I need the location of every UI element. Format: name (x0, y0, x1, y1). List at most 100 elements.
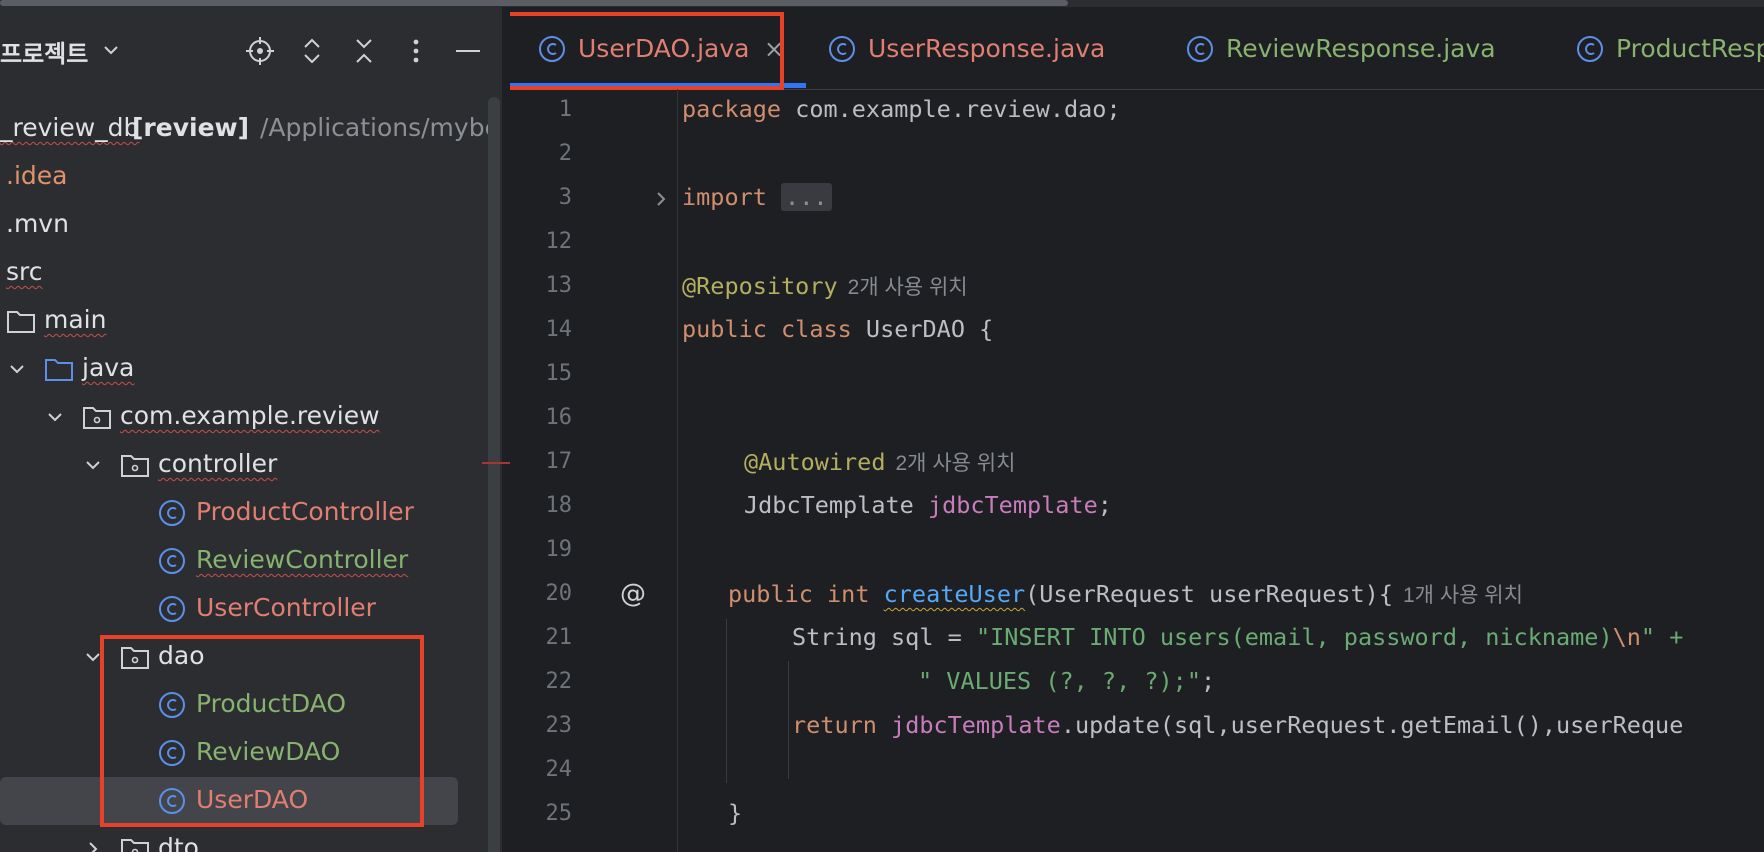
tree-item-project-root[interactable]: _review_db [review] /Applications/mybe (0, 105, 500, 153)
tab-label: ProductResp (1616, 34, 1764, 63)
line-number: 21 (545, 625, 573, 650)
escape-sequence: \n (1612, 623, 1641, 651)
expand-all-icon[interactable] (296, 35, 328, 67)
code-line-13: @Repository 2개 사용 위치 (682, 271, 968, 301)
tree-item-label: UserDAO (196, 785, 309, 814)
tree-item-userdao[interactable]: UserDAO (0, 777, 488, 825)
package-icon (121, 647, 149, 669)
code-text: com.example.review.dao; (781, 95, 1121, 123)
line-gutter: 1 2 3 12 13 14 15 16 17 18 19 20 21 22 2… (510, 89, 678, 852)
tree-item-label: controller (158, 449, 278, 478)
code-text: .update(sql,userRequest.getEmail(),userR… (1060, 711, 1684, 739)
tree-item-package-root[interactable]: com.example.review (0, 393, 488, 441)
chevron-down-icon[interactable] (100, 39, 122, 61)
chevron-down-icon[interactable] (6, 358, 28, 380)
code-text: JdbcTemplate (744, 491, 928, 519)
code-text: String sql = (792, 623, 976, 651)
collapse-all-icon[interactable] (348, 35, 380, 67)
line-number: 14 (545, 317, 573, 342)
implementation-marker-icon[interactable]: @ (620, 579, 646, 609)
project-panel-header: 프로젝트 (0, 7, 502, 89)
tree-item-productcontroller[interactable]: ProductController (0, 489, 488, 537)
code-line-25: } (728, 799, 742, 827)
chevron-down-icon[interactable] (44, 406, 66, 428)
code-line-3: import ... (682, 183, 832, 211)
code-text: } (728, 799, 743, 827)
tree-item-label: dto (158, 833, 199, 852)
tree-item-label: java (82, 353, 135, 382)
line-number: 22 (545, 669, 573, 694)
top-scrollbar-thumb[interactable] (0, 0, 1068, 6)
tree-item-controller[interactable]: controller (0, 441, 488, 489)
tree-item-label: ReviewController (196, 545, 409, 574)
tree-item-src[interactable]: src (0, 249, 488, 297)
string: " + (1640, 623, 1684, 651)
tab-userdao[interactable]: UserDAO.java × (510, 7, 806, 89)
more-options-icon[interactable] (400, 35, 432, 67)
fold-chevron-icon[interactable] (650, 188, 672, 210)
class-icon (159, 788, 185, 814)
code-line-21: String sql = "INSERT INTO users(email, p… (792, 623, 1683, 651)
module-name: [review] (132, 113, 250, 142)
usage-hint[interactable]: 2개 사용 위치 (895, 452, 1015, 475)
code-line-18: JdbcTemplate jdbcTemplate; (744, 491, 1112, 519)
code-line-23: return jdbcTemplate.update(sql,userReque… (792, 711, 1683, 739)
tree-item-idea[interactable]: .idea (0, 153, 488, 201)
tree-item-label: ReviewDAO (196, 737, 341, 766)
code-line-20: public int createUser(UserRequest userRe… (728, 579, 1523, 609)
tab-productresponse[interactable]: ProductResp (1576, 7, 1764, 89)
class-icon (159, 596, 185, 622)
project-panel-title[interactable]: 프로젝트 (0, 34, 88, 69)
tree-item-reviewdao[interactable]: ReviewDAO (0, 729, 488, 777)
tree-item-dao[interactable]: dao (0, 633, 488, 681)
field: jdbcTemplate (891, 711, 1061, 739)
tab-label: UserResponse.java (868, 34, 1106, 63)
tree-item-java[interactable]: java (0, 345, 488, 393)
indent-guide (726, 619, 727, 783)
usage-hint[interactable]: 1개 사용 위치 (1403, 584, 1523, 607)
string: "INSERT INTO users(email, password, nick… (975, 623, 1613, 651)
tree-item-usercontroller[interactable]: UserController (0, 585, 488, 633)
code-text: (UserRequest userRequest){ (1025, 580, 1393, 608)
minimize-icon[interactable] (452, 35, 484, 67)
tree-item-label: _review_db (0, 113, 140, 142)
close-icon[interactable]: × (764, 35, 784, 63)
code-area[interactable]: 1 2 3 12 13 14 15 16 17 18 19 20 21 22 2… (510, 89, 1764, 852)
chevron-right-icon[interactable] (82, 838, 104, 852)
tree-item-label: .idea (6, 161, 68, 190)
tree-item-reviewcontroller[interactable]: ReviewController (0, 537, 488, 585)
chevron-down-icon[interactable] (82, 454, 104, 476)
tree-item-productdao[interactable]: ProductDAO (0, 681, 488, 729)
code-line-14: public class UserDAO { (682, 315, 993, 343)
tree-item-mvn[interactable]: .mvn (0, 201, 488, 249)
keyword: import (682, 183, 767, 211)
tab-label: UserDAO.java (578, 34, 750, 63)
line-number: 17 (545, 449, 573, 474)
tree-item-dto[interactable]: dto (0, 825, 488, 852)
folded-imports[interactable]: ... (781, 183, 832, 211)
editor-tabbar: UserDAO.java × UserResponse.java ReviewR… (510, 7, 1764, 90)
package-icon (121, 455, 149, 477)
line-number: 18 (545, 493, 573, 518)
line-number: 25 (545, 801, 573, 826)
line-number: 19 (545, 537, 573, 562)
line-number: 16 (545, 405, 573, 430)
tree-scrollbar[interactable] (488, 97, 500, 852)
tab-userresponse[interactable]: UserResponse.java (828, 7, 1128, 89)
tree-item-label: src (6, 257, 43, 286)
panel-splitter[interactable] (502, 7, 510, 852)
string: " VALUES (?, ?, ?);" (918, 667, 1201, 695)
chevron-down-icon[interactable] (82, 646, 104, 668)
locate-icon[interactable] (244, 35, 276, 67)
line-number: 20 (545, 581, 573, 606)
tree-item-main[interactable]: main (0, 297, 488, 345)
usage-hint[interactable]: 2개 사용 위치 (848, 276, 968, 299)
annotation: @Repository (682, 272, 838, 300)
annotation: @Autowired (744, 448, 886, 476)
code-line-17: @Autowired 2개 사용 위치 (744, 447, 1015, 477)
package-icon (83, 407, 111, 429)
tab-reviewresponse[interactable]: ReviewResponse.java (1186, 7, 1506, 89)
keyword: public int (728, 580, 884, 608)
project-tree: _review_db [review] /Applications/mybe .… (0, 89, 500, 852)
class-icon (1577, 36, 1603, 62)
